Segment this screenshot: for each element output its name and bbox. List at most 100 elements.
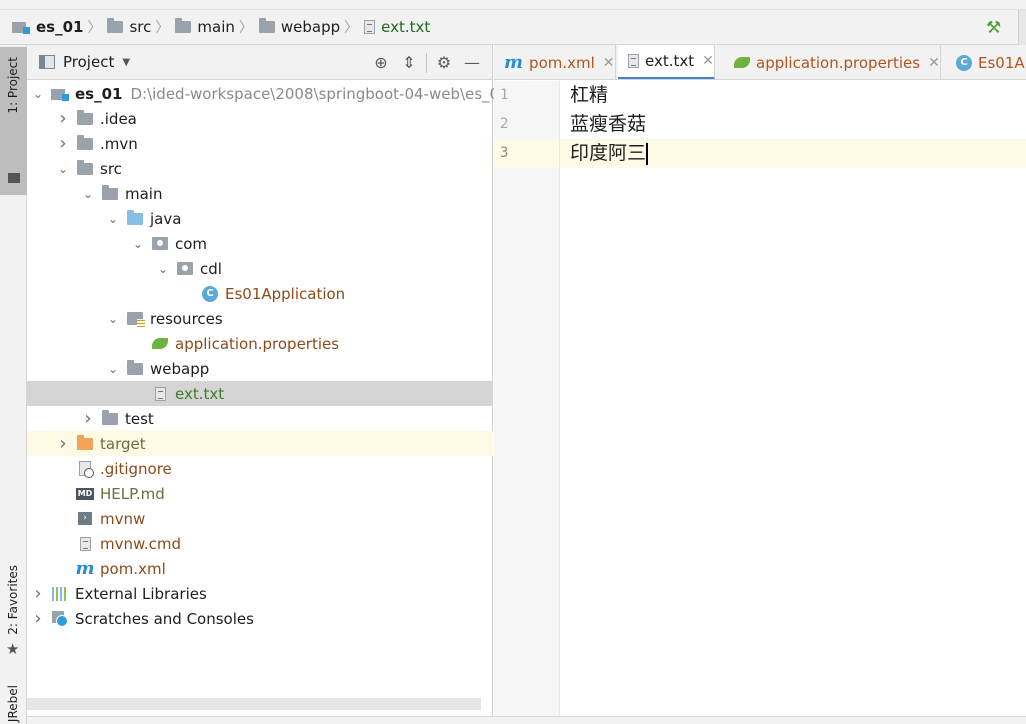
editor-tab[interactable]: application.properties ✕ (724, 45, 941, 79)
code-line[interactable]: 蓝瘦香菇 (560, 110, 1026, 139)
tree-row[interactable]: › External Libraries (27, 581, 493, 606)
breadcrumb-item-main[interactable]: main (175, 10, 235, 45)
tree-icon-wrap (101, 409, 119, 428)
chevron-down-icon[interactable]: ⌄ (106, 212, 120, 226)
editor-tab[interactable]: C Es01Ap (946, 45, 1026, 79)
tree-icon-wrap (126, 209, 144, 228)
chevron-right-icon[interactable]: › (56, 434, 70, 452)
tree-row[interactable]: › target (27, 431, 493, 456)
code-line[interactable]: 杠精 (560, 81, 1026, 110)
markdown-icon: MD (76, 487, 94, 500)
build-hammer-icon[interactable]: ⚒ (986, 18, 1004, 38)
chevron-right-icon[interactable]: › (81, 409, 95, 427)
tree-icon-wrap (76, 434, 94, 453)
tree-label-text: com (175, 234, 208, 253)
tree-row[interactable]: › Scratches and Consoles (27, 606, 493, 631)
project-panel-header: Project ▼ ⊕ ⇕ ⚙ — (27, 45, 492, 80)
close-icon[interactable]: ✕ (603, 55, 615, 71)
tree-label-text: cdl (200, 259, 222, 278)
tree-label-text: webapp (150, 359, 210, 378)
breadcrumb-item-src[interactable]: src (107, 10, 151, 45)
tree-label: .mvn (100, 135, 138, 153)
module-icon (12, 20, 30, 34)
toolbar-divider (426, 52, 427, 73)
tree-label: target (100, 435, 146, 453)
tree-row[interactable]: .gitignore (27, 456, 493, 481)
breadcrumb-item-webapp[interactable]: webapp (258, 10, 340, 45)
tree-row[interactable]: ext.txt (27, 381, 493, 406)
tree-row[interactable]: ⌄ cdl (27, 256, 493, 281)
tree-label: Scratches and Consoles (75, 610, 254, 628)
right-edge-strip (1018, 10, 1026, 45)
code-area[interactable]: 杠精 蓝瘦香菇 印度阿三 (560, 81, 1026, 168)
line-number-gutter: 1 2 3 (494, 81, 560, 724)
collapse-icon[interactable]: ⇕ (395, 53, 423, 72)
text-file-icon (364, 20, 376, 34)
project-tool-button[interactable]: 1: Project (0, 47, 27, 195)
chevron-down-icon[interactable]: ⌄ (31, 87, 45, 101)
tree-row[interactable]: MD HELP.md (27, 481, 493, 506)
spring-class-icon: C (956, 54, 972, 71)
tree-row[interactable]: m pom.xml (27, 556, 493, 581)
editor-tab[interactable]: m pom.xml ✕ (494, 45, 616, 79)
tree-row[interactable]: › test (27, 406, 493, 431)
chevron-right-icon[interactable]: › (56, 134, 70, 152)
gear-icon[interactable]: ⚙ (430, 53, 458, 72)
chevron-right-icon[interactable]: › (56, 109, 70, 127)
tree-label: java (150, 210, 181, 228)
chevron-down-icon[interactable]: ▼ (122, 57, 130, 68)
tree-row[interactable]: ⌄ java (27, 206, 493, 231)
breadcrumb-item-module[interactable]: es_01 (12, 10, 83, 45)
chevron-down-icon[interactable]: ⌄ (156, 262, 170, 276)
breadcrumb-separator: 〉 (238, 20, 253, 36)
library-icon (52, 586, 68, 601)
tree-row[interactable]: mvnw.cmd (27, 531, 493, 556)
minimize-icon[interactable]: — (458, 53, 486, 72)
tree-icon-wrap (76, 460, 94, 478)
tree-row[interactable]: ⌄ main (27, 181, 493, 206)
tree-icon-wrap (76, 159, 94, 178)
tree-icon-wrap (151, 235, 169, 253)
project-panel-tools: ⊕ ⇕ ⚙ — (367, 45, 486, 80)
tree-label-text: main (125, 184, 163, 203)
tree-label: application.properties (175, 335, 339, 353)
text-file-icon (628, 54, 639, 68)
editor-tab-bar: m pom.xml ✕ ext.txt ✕ application.properties ✕… (494, 45, 1026, 80)
tree-label: cdl (200, 260, 222, 278)
horizontal-scrollbar[interactable] (27, 698, 481, 710)
tree-row[interactable]: ⌄ resources (27, 306, 493, 331)
chevron-right-icon[interactable]: › (31, 584, 45, 602)
tree-row[interactable]: C Es01Application (27, 281, 493, 306)
tree-row[interactable]: › .mvn (27, 131, 493, 156)
chevron-down-icon[interactable]: ⌄ (106, 312, 120, 326)
tree-row[interactable]: application.properties (27, 331, 493, 356)
tree-row[interactable]: ⌄ src (27, 156, 493, 181)
tree-row[interactable]: ⌄ es_01 D:\ided-workspace\2008\springboot-… (27, 81, 509, 106)
breadcrumb-item-file[interactable]: ext.txt (364, 10, 430, 45)
close-icon[interactable]: ✕ (702, 53, 714, 69)
tree-label-text: HELP.md (100, 484, 165, 503)
code-line[interactable]: 印度阿三 (560, 139, 1026, 168)
spring-properties-icon (734, 57, 750, 68)
spring-properties-icon (152, 338, 168, 349)
navigation-bar: es_01 〉 src 〉 main 〉 webapp 〉 ext.txt (0, 10, 1026, 45)
tree-row[interactable]: › mvnw (27, 506, 493, 531)
chevron-down-icon[interactable]: ⌄ (131, 237, 145, 251)
chevron-down-icon[interactable]: ⌄ (106, 362, 120, 376)
chevron-down-icon[interactable]: ⌄ (81, 187, 95, 201)
chevron-down-icon[interactable]: ⌄ (56, 162, 70, 176)
close-icon[interactable]: ✕ (928, 55, 940, 71)
project-view-selector[interactable]: Project (63, 53, 114, 71)
tree-row[interactable]: › .idea (27, 106, 493, 131)
tree-icon-wrap (51, 85, 69, 103)
text-file-icon (79, 536, 91, 551)
chevron-right-icon[interactable]: › (31, 609, 45, 627)
tree-label-text: target (100, 434, 146, 453)
tree-row[interactable]: ⌄ com (27, 231, 493, 256)
locate-icon[interactable]: ⊕ (367, 53, 395, 72)
status-bar-edge (27, 716, 1026, 724)
tree-row[interactable]: ⌄ webapp (27, 356, 493, 381)
folder-icon (77, 109, 93, 125)
tab-label: Es01Ap (978, 53, 1026, 72)
editor-tab[interactable]: ext.txt ✕ (618, 45, 715, 79)
